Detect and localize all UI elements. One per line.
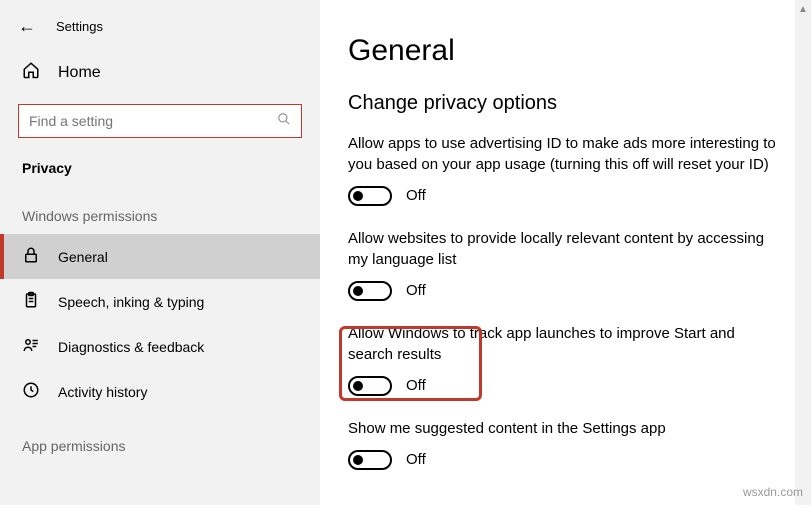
option-text: Allow websites to provide locally releva… bbox=[348, 228, 783, 270]
option-track-launches: Allow Windows to track app launches to i… bbox=[348, 323, 783, 396]
toggle-track-launches[interactable] bbox=[348, 376, 392, 396]
main-content: General Change privacy options Allow app… bbox=[320, 0, 811, 512]
lock-icon bbox=[22, 246, 40, 267]
section-app-permissions: App permissions bbox=[0, 428, 320, 464]
window-title: Settings bbox=[56, 19, 103, 34]
header-row: ← Settings bbox=[0, 12, 320, 51]
option-text: Allow Windows to track app launches to i… bbox=[348, 323, 783, 365]
history-icon bbox=[22, 381, 40, 402]
toggle-state-label: Off bbox=[406, 449, 426, 470]
section-title: Change privacy options bbox=[348, 92, 783, 115]
sidebar-item-general[interactable]: General bbox=[0, 234, 320, 279]
page-title: General bbox=[348, 34, 783, 68]
scrollbar[interactable]: ▲ bbox=[795, 0, 811, 505]
sidebar-item-speech[interactable]: Speech, inking & typing bbox=[0, 279, 320, 324]
option-suggested-content: Show me suggested content in the Setting… bbox=[348, 418, 783, 470]
sidebar-item-label: General bbox=[58, 249, 108, 265]
watermark: wsxdn.com bbox=[743, 485, 803, 499]
search-input[interactable] bbox=[29, 113, 277, 129]
home-icon bbox=[22, 61, 40, 84]
sidebar-item-label: Activity history bbox=[58, 384, 147, 400]
sidebar-item-activity[interactable]: Activity history bbox=[0, 369, 320, 414]
search-icon bbox=[277, 112, 291, 131]
home-label: Home bbox=[58, 64, 101, 82]
category-label: Privacy bbox=[0, 152, 320, 198]
clipboard-icon bbox=[22, 291, 40, 312]
toggle-state-label: Off bbox=[406, 185, 426, 206]
toggle-state-label: Off bbox=[406, 375, 426, 396]
sidebar: ← Settings Home Privacy Windows permissi… bbox=[0, 0, 320, 505]
toggle-language-list[interactable] bbox=[348, 281, 392, 301]
option-language-list: Allow websites to provide locally releva… bbox=[348, 228, 783, 301]
option-advertising-id: Allow apps to use advertising ID to make… bbox=[348, 133, 783, 206]
option-text: Allow apps to use advertising ID to make… bbox=[348, 133, 783, 175]
sidebar-item-label: Diagnostics & feedback bbox=[58, 339, 204, 355]
scroll-up-icon[interactable]: ▲ bbox=[798, 4, 808, 15]
toggle-suggested-content[interactable] bbox=[348, 450, 392, 470]
sidebar-item-diagnostics[interactable]: Diagnostics & feedback bbox=[0, 324, 320, 369]
section-windows-permissions: Windows permissions bbox=[0, 198, 320, 234]
home-nav[interactable]: Home bbox=[0, 51, 320, 94]
back-arrow-icon[interactable]: ← bbox=[18, 16, 36, 37]
toggle-advertising-id[interactable] bbox=[348, 186, 392, 206]
feedback-icon bbox=[22, 336, 40, 357]
toggle-state-label: Off bbox=[406, 280, 426, 301]
option-text: Show me suggested content in the Setting… bbox=[348, 418, 783, 439]
sidebar-item-label: Speech, inking & typing bbox=[58, 294, 204, 310]
search-box[interactable] bbox=[18, 104, 302, 138]
